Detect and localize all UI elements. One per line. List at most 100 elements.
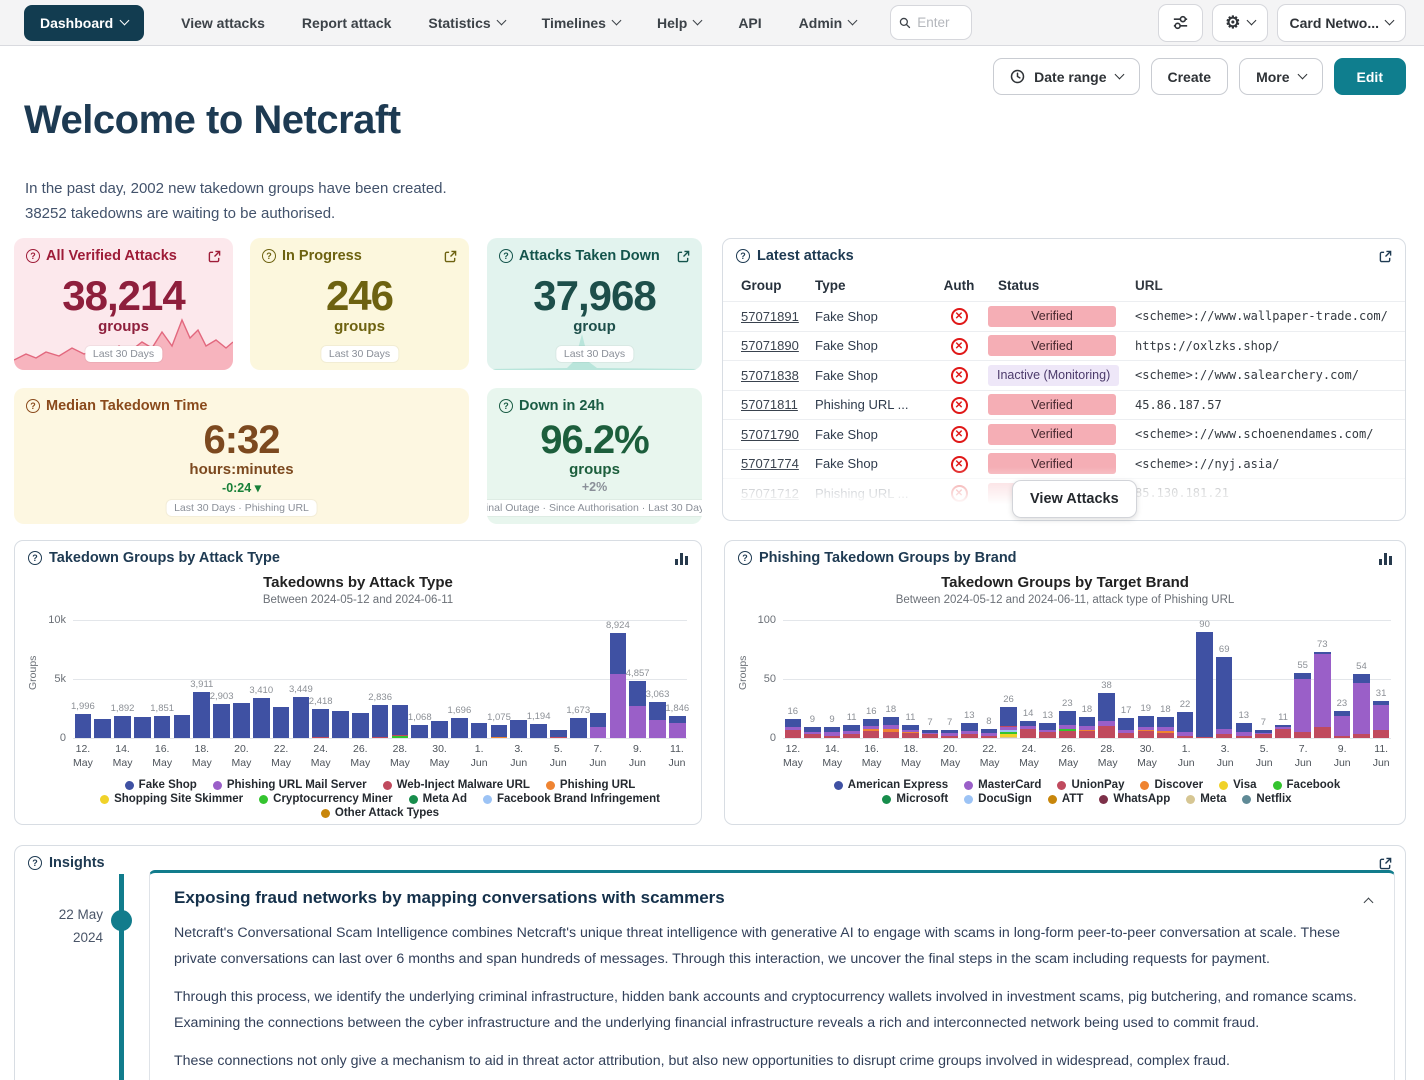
bar[interactable]: 8,924 <box>608 620 628 738</box>
bar[interactable] <box>549 620 569 738</box>
legend-item[interactable]: Visa <box>1219 779 1256 791</box>
group-link[interactable]: 57071838 <box>741 368 799 383</box>
bar[interactable]: 23 <box>1058 620 1078 738</box>
card-down-in-24h[interactable]: ? Down in 24h 96.2% groups +2% Final Out… <box>487 388 702 524</box>
create-button[interactable]: Create <box>1151 58 1229 95</box>
legend-item[interactable]: MasterCard <box>964 779 1041 791</box>
legend-item[interactable]: Meta <box>1186 793 1226 805</box>
bar[interactable]: 13 <box>959 620 979 738</box>
bar[interactable] <box>509 620 529 738</box>
bar[interactable]: 55 <box>1293 620 1313 738</box>
legend-item[interactable]: Phishing URL <box>546 779 635 791</box>
external-link-icon[interactable] <box>444 250 457 263</box>
bar[interactable]: 7 <box>920 620 940 738</box>
bar[interactable]: 73 <box>1312 620 1332 738</box>
bar[interactable]: 11 <box>1273 620 1293 738</box>
bar[interactable]: 1,075 <box>489 620 509 738</box>
bar[interactable]: 9 <box>822 620 842 738</box>
bar[interactable]: 11 <box>901 620 921 738</box>
external-link-icon[interactable] <box>1379 250 1392 263</box>
bar[interactable]: 19 <box>1136 620 1156 738</box>
bar[interactable]: 1,846 <box>667 620 687 738</box>
bar[interactable]: 14 <box>1018 620 1038 738</box>
nav-report-attack[interactable]: Report attack <box>302 15 391 31</box>
nav-admin[interactable]: Admin <box>799 15 857 31</box>
group-link[interactable]: 57071890 <box>741 338 799 353</box>
date-range-button[interactable]: Date range <box>993 58 1139 95</box>
bar[interactable]: 31 <box>1371 620 1391 738</box>
bar[interactable] <box>93 620 113 738</box>
bar[interactable]: 22 <box>1175 620 1195 738</box>
legend-item[interactable]: UnionPay <box>1057 779 1124 791</box>
legend-item[interactable]: Discover <box>1140 779 1203 791</box>
legend-item[interactable]: Other Attack Types <box>321 807 439 819</box>
legend-item[interactable]: Netflix <box>1242 793 1291 805</box>
nav-timelines[interactable]: Timelines <box>542 15 620 31</box>
edit-button[interactable]: Edit <box>1334 58 1406 95</box>
collapse-article-button[interactable] <box>1365 893 1372 911</box>
bar[interactable]: 1,892 <box>113 620 133 738</box>
bar[interactable]: 7 <box>1254 620 1274 738</box>
bar[interactable]: 1,996 <box>73 620 93 738</box>
bar[interactable]: 2,903 <box>212 620 232 738</box>
group-link[interactable]: 57071811 <box>741 397 798 412</box>
nav-view-attacks[interactable]: View attacks <box>181 15 265 31</box>
legend-item[interactable]: American Express <box>834 779 948 791</box>
bar[interactable]: 3,063 <box>648 620 668 738</box>
legend-item[interactable]: Shopping Site Skimmer <box>100 793 243 805</box>
bar[interactable]: 7 <box>940 620 960 738</box>
bar[interactable]: 2,836 <box>370 620 390 738</box>
bar[interactable]: 13 <box>1038 620 1058 738</box>
bar[interactable]: 18 <box>1156 620 1176 738</box>
nav-api[interactable]: API <box>738 15 761 31</box>
bar[interactable]: 26 <box>999 620 1019 738</box>
legend-item[interactable]: Phishing URL Mail Server <box>213 779 367 791</box>
bar[interactable]: 9 <box>803 620 823 738</box>
account-menu-button[interactable]: Card Netwo... <box>1277 4 1406 42</box>
external-link-icon[interactable] <box>208 250 221 263</box>
bar[interactable]: 38 <box>1097 620 1117 738</box>
legend-item[interactable]: Facebook Brand Infringement <box>483 793 660 805</box>
bar[interactable]: 54 <box>1352 620 1372 738</box>
bar-chart-icon[interactable] <box>1379 552 1392 565</box>
view-attacks-button[interactable]: View Attacks <box>1012 480 1137 518</box>
bar[interactable] <box>232 620 252 738</box>
bar[interactable] <box>132 620 152 738</box>
group-link[interactable]: 57071790 <box>741 427 799 442</box>
bar[interactable] <box>588 620 608 738</box>
card-all-verified-attacks[interactable]: ? All Verified Attacks 38,214 groups Las… <box>14 238 233 370</box>
external-link-icon[interactable] <box>1379 857 1392 870</box>
bar[interactable] <box>350 620 370 738</box>
legend-item[interactable]: Cryptocurrency Miner <box>259 793 393 805</box>
bar[interactable] <box>390 620 410 738</box>
bar[interactable]: 8 <box>979 620 999 738</box>
bar[interactable]: 16 <box>783 620 803 738</box>
bar[interactable]: 2,418 <box>311 620 331 738</box>
search-input[interactable] <box>917 15 963 30</box>
legend-item[interactable]: Web-Inject Malware URL <box>383 779 530 791</box>
legend-item[interactable]: WhatsApp <box>1099 793 1170 805</box>
card-median-takedown-time[interactable]: ? Median Takedown Time 6:32 hours:minute… <box>14 388 469 524</box>
bar[interactable]: 3,449 <box>291 620 311 738</box>
legend-item[interactable]: ATT <box>1048 793 1084 805</box>
card-in-progress[interactable]: ? In Progress 246 groups Last 30 Days <box>250 238 469 370</box>
bar[interactable]: 13 <box>1234 620 1254 738</box>
more-button[interactable]: More <box>1239 58 1322 95</box>
filters-button[interactable] <box>1158 4 1203 42</box>
legend-item[interactable]: Microsoft <box>882 793 948 805</box>
bar[interactable] <box>271 620 291 738</box>
bar[interactable]: 1,696 <box>449 620 469 738</box>
nav-help[interactable]: Help <box>657 15 701 31</box>
card-attacks-taken-down[interactable]: ? Attacks Taken Down 37,968 group Last 3… <box>487 238 702 370</box>
bar[interactable]: 90 <box>1195 620 1215 738</box>
bar[interactable] <box>331 620 351 738</box>
bar-chart-icon[interactable] <box>675 552 688 565</box>
group-link[interactable]: 57071891 <box>741 309 799 324</box>
bar[interactable]: 3,410 <box>251 620 271 738</box>
bar[interactable]: 1,194 <box>529 620 549 738</box>
bar[interactable]: 69 <box>1214 620 1234 738</box>
bar[interactable]: 11 <box>842 620 862 738</box>
legend-item[interactable]: Facebook <box>1273 779 1341 791</box>
settings-button[interactable]: ⚙ <box>1212 4 1267 42</box>
legend-item[interactable]: Meta Ad <box>409 793 467 805</box>
